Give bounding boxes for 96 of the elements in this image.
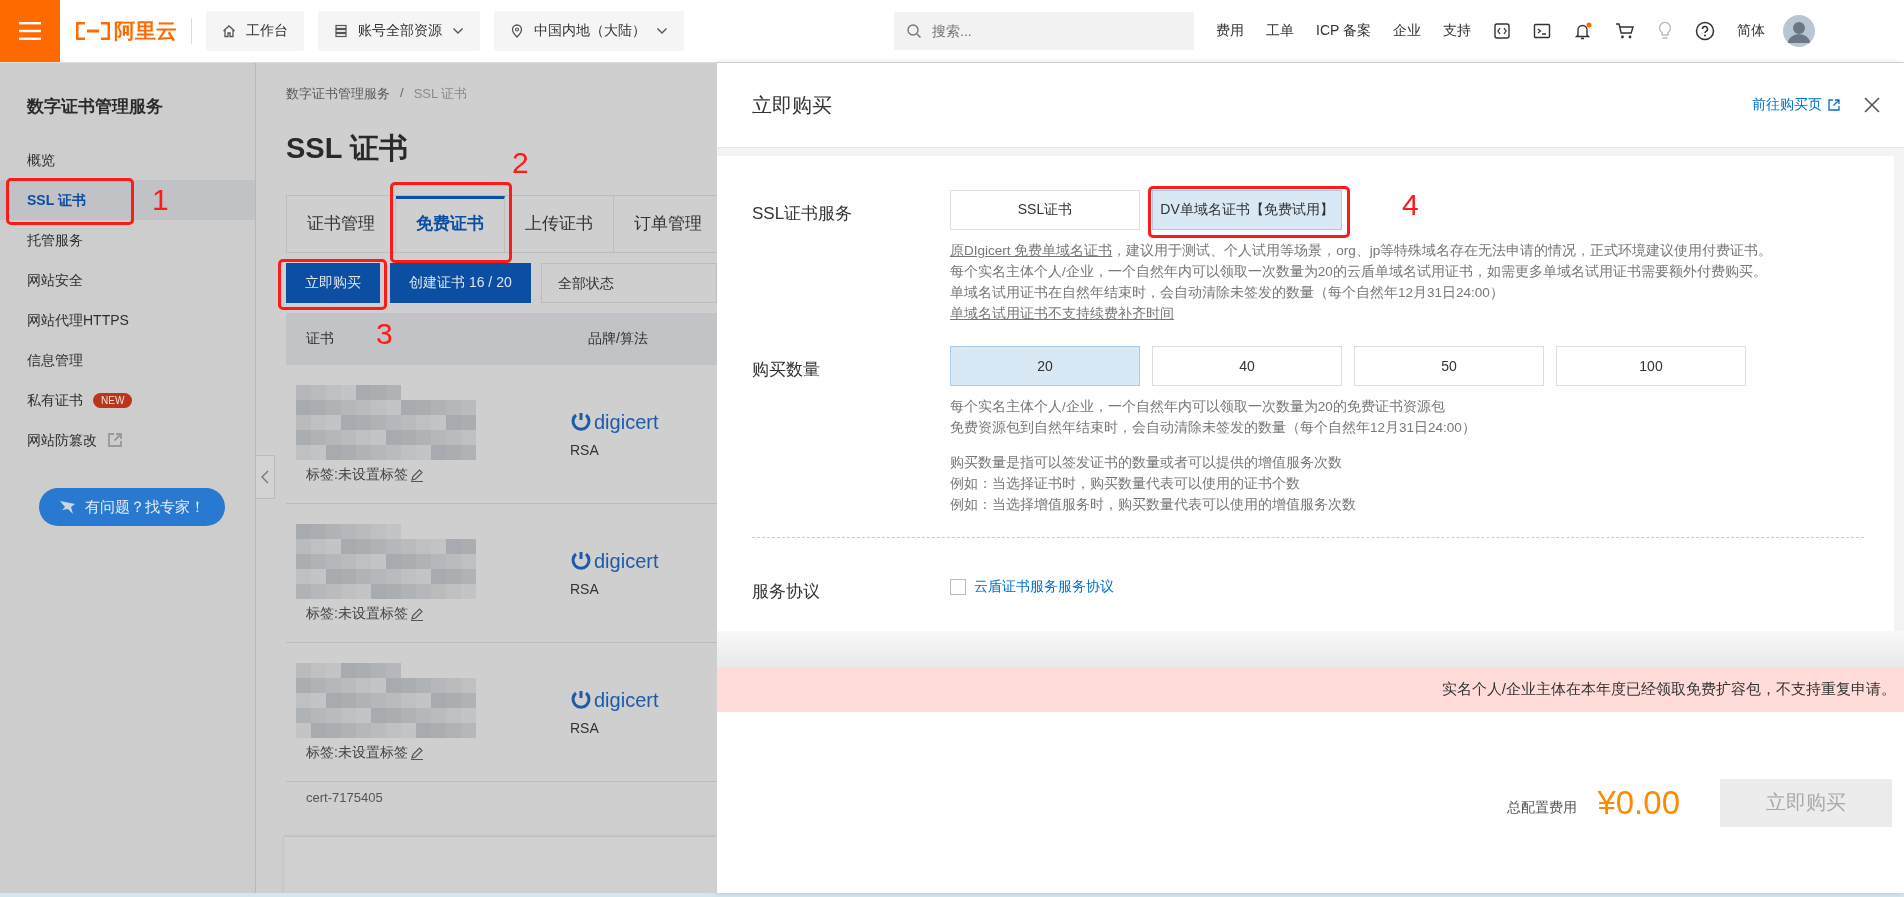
logo-icon: [76, 22, 110, 40]
sidebar-item[interactable]: 网站安全: [27, 260, 83, 300]
algorithm-text: RSA: [570, 580, 600, 597]
quantity-option[interactable]: 50: [1354, 346, 1544, 386]
quantity-option[interactable]: 40: [1152, 346, 1342, 386]
column-header: 品牌/算法: [588, 330, 648, 348]
location-icon: [510, 24, 524, 38]
brand-logo-text: digicert: [594, 410, 659, 434]
code-icon[interactable]: [1493, 22, 1511, 40]
note-text: 单域名试用证书在自然年结束时，会自动清除未签发的数量（每个自然年12月31日24:00）: [950, 284, 1505, 302]
sidebar-item[interactable]: 概览: [27, 140, 55, 180]
bird-icon: [59, 498, 77, 516]
brand-logo-text: digicert: [594, 688, 659, 712]
cart-icon[interactable]: [1615, 22, 1635, 40]
option-button[interactable]: SSL证书: [950, 190, 1140, 230]
note-text: 原DIgicert 免费单域名证书，建议用于测试、个人试用等场景，org、jp等特殊域名存在无法申请的情况，正式环境建议使用付费证书。: [950, 242, 1774, 260]
caret-icon: [452, 27, 464, 35]
search-icon: [906, 23, 922, 39]
avatar[interactable]: [1783, 15, 1815, 47]
chevron-left-icon: [261, 470, 269, 484]
column-header: 证书: [306, 330, 334, 348]
nav-button[interactable]: 中国内地（大陆）: [494, 11, 684, 51]
top-link[interactable]: 企业: [1393, 22, 1421, 40]
tag-text: 标签:未设置标签: [306, 465, 408, 484]
language-link[interactable]: 简体: [1737, 22, 1765, 40]
breadcrumb-separator: /: [400, 85, 404, 102]
close-icon[interactable]: [1864, 97, 1880, 113]
algorithm-text: RSA: [570, 719, 600, 736]
sidebar-title: 数字证书管理服务: [26, 96, 164, 118]
sidebar-item[interactable]: 托管服务: [27, 220, 83, 260]
home-icon: [222, 24, 236, 38]
cost-label: 总配置费用: [1507, 797, 1578, 817]
tab[interactable]: 证书管理: [287, 196, 396, 252]
algorithm-text: RSA: [570, 441, 600, 458]
quantity-option[interactable]: 100: [1556, 346, 1746, 386]
new-badge: NEW: [93, 392, 133, 408]
page-title: SSL 证书: [286, 131, 408, 166]
top-link[interactable]: 工单: [1266, 22, 1294, 40]
quantity-option[interactable]: 20: [950, 346, 1140, 386]
note-link[interactable]: 原DIgicert 免费单域名证书: [950, 243, 1113, 258]
note-text: 例如：当选择证书时，购买数量代表可以使用的证书个数: [950, 475, 1301, 493]
create-certificate-button[interactable]: 创建证书 16 / 20: [390, 263, 531, 303]
edit-icon[interactable]: [409, 606, 424, 621]
annotation-number: 1: [152, 185, 169, 215]
external-link-icon: [1828, 99, 1840, 111]
note-text: 免费资源包到自然年结束时，会自动清除未签发的数量（每个自然年12月31日24:00）: [950, 419, 1477, 437]
annotation-number: 3: [376, 319, 393, 349]
option-button[interactable]: DV单域名证书【免费试用】: [1152, 190, 1342, 230]
purchase-page-link[interactable]: 前往购买页: [1752, 96, 1822, 114]
note-link[interactable]: 单域名试用证书不支持续费补齐时间: [950, 303, 1894, 324]
agreement-checkbox[interactable]: [950, 579, 966, 595]
warning-bar: 实名个人/企业主体在本年度已经领取免费扩容包，不支持重复申请。: [717, 667, 1904, 712]
terminal-icon[interactable]: [1533, 22, 1551, 40]
buy-button[interactable]: 立即购买: [286, 263, 380, 303]
field-label: 购买数量: [752, 359, 821, 381]
tag-text: 标签:未设置标签: [306, 743, 408, 762]
sidebar-item[interactable]: SSL 证书: [27, 180, 86, 220]
expert-help-button[interactable]: 有问题？找专家！: [39, 488, 225, 526]
nav-button[interactable]: 账号全部资源: [318, 11, 480, 51]
top-link[interactable]: ICP 备案: [1316, 22, 1371, 40]
note-text: 每个实名主体个人/企业，一个自然年内可以领取一次数量为20的云盾单域名试用证书，如需更多单域名试用证书需要额外付费购买。: [950, 263, 1768, 281]
field-label: 服务协议: [752, 581, 821, 603]
top-link[interactable]: 支持: [1443, 22, 1471, 40]
edit-icon[interactable]: [409, 745, 424, 760]
help-icon[interactable]: [1695, 21, 1715, 41]
annotation-number: 2: [512, 148, 529, 178]
status-select[interactable]: 全部状态: [540, 263, 717, 303]
note-text: 例如：当选择增值服务时，购买数量代表可以使用的增值服务次数: [950, 496, 1357, 514]
edit-icon[interactable]: [409, 467, 424, 482]
annotation-number: 4: [1402, 190, 1419, 220]
note-text: 每个实名主体个人/企业，一个自然年内可以领取一次数量为20的免费证书资源包: [950, 398, 1446, 416]
bell-icon[interactable]: [1573, 21, 1593, 41]
search-field[interactable]: 搜索...: [894, 12, 1194, 50]
brand-logo-text: digicert: [594, 549, 659, 573]
certificate-name: cert-7175405: [306, 790, 383, 805]
stack-icon: [334, 24, 348, 38]
field-label: SSL证书服务: [752, 203, 854, 225]
tab[interactable]: 上传证书: [505, 196, 614, 252]
drawer-title: 立即购买: [752, 92, 833, 118]
menu-button[interactable]: [0, 0, 60, 62]
menu-icon: [19, 22, 41, 40]
sidebar-item[interactable]: 网站代理HTTPS: [27, 300, 129, 340]
note-text: 购买数量是指可以签发证书的数量或者可以提供的增值服务次数: [950, 454, 1343, 472]
agreement-link[interactable]: 云盾证书服务服务协议: [974, 578, 1114, 596]
price-text: ¥0.00: [1597, 783, 1680, 822]
top-link[interactable]: 费用: [1216, 22, 1244, 40]
caret-icon: [656, 27, 668, 35]
tag-text: 标签:未设置标签: [306, 604, 408, 623]
tab[interactable]: 免费证书: [396, 196, 505, 252]
sidebar-item[interactable]: 私有证书: [27, 380, 83, 420]
breadcrumb-current: SSL 证书: [413, 85, 468, 103]
sidebar-item[interactable]: 网站防篡改: [27, 420, 97, 460]
sidebar-item[interactable]: 信息管理: [27, 340, 83, 380]
nav-button[interactable]: 工作台: [206, 11, 304, 51]
breadcrumb-link[interactable]: 数字证书管理服务: [286, 85, 390, 103]
collapse-handle[interactable]: [256, 455, 275, 499]
